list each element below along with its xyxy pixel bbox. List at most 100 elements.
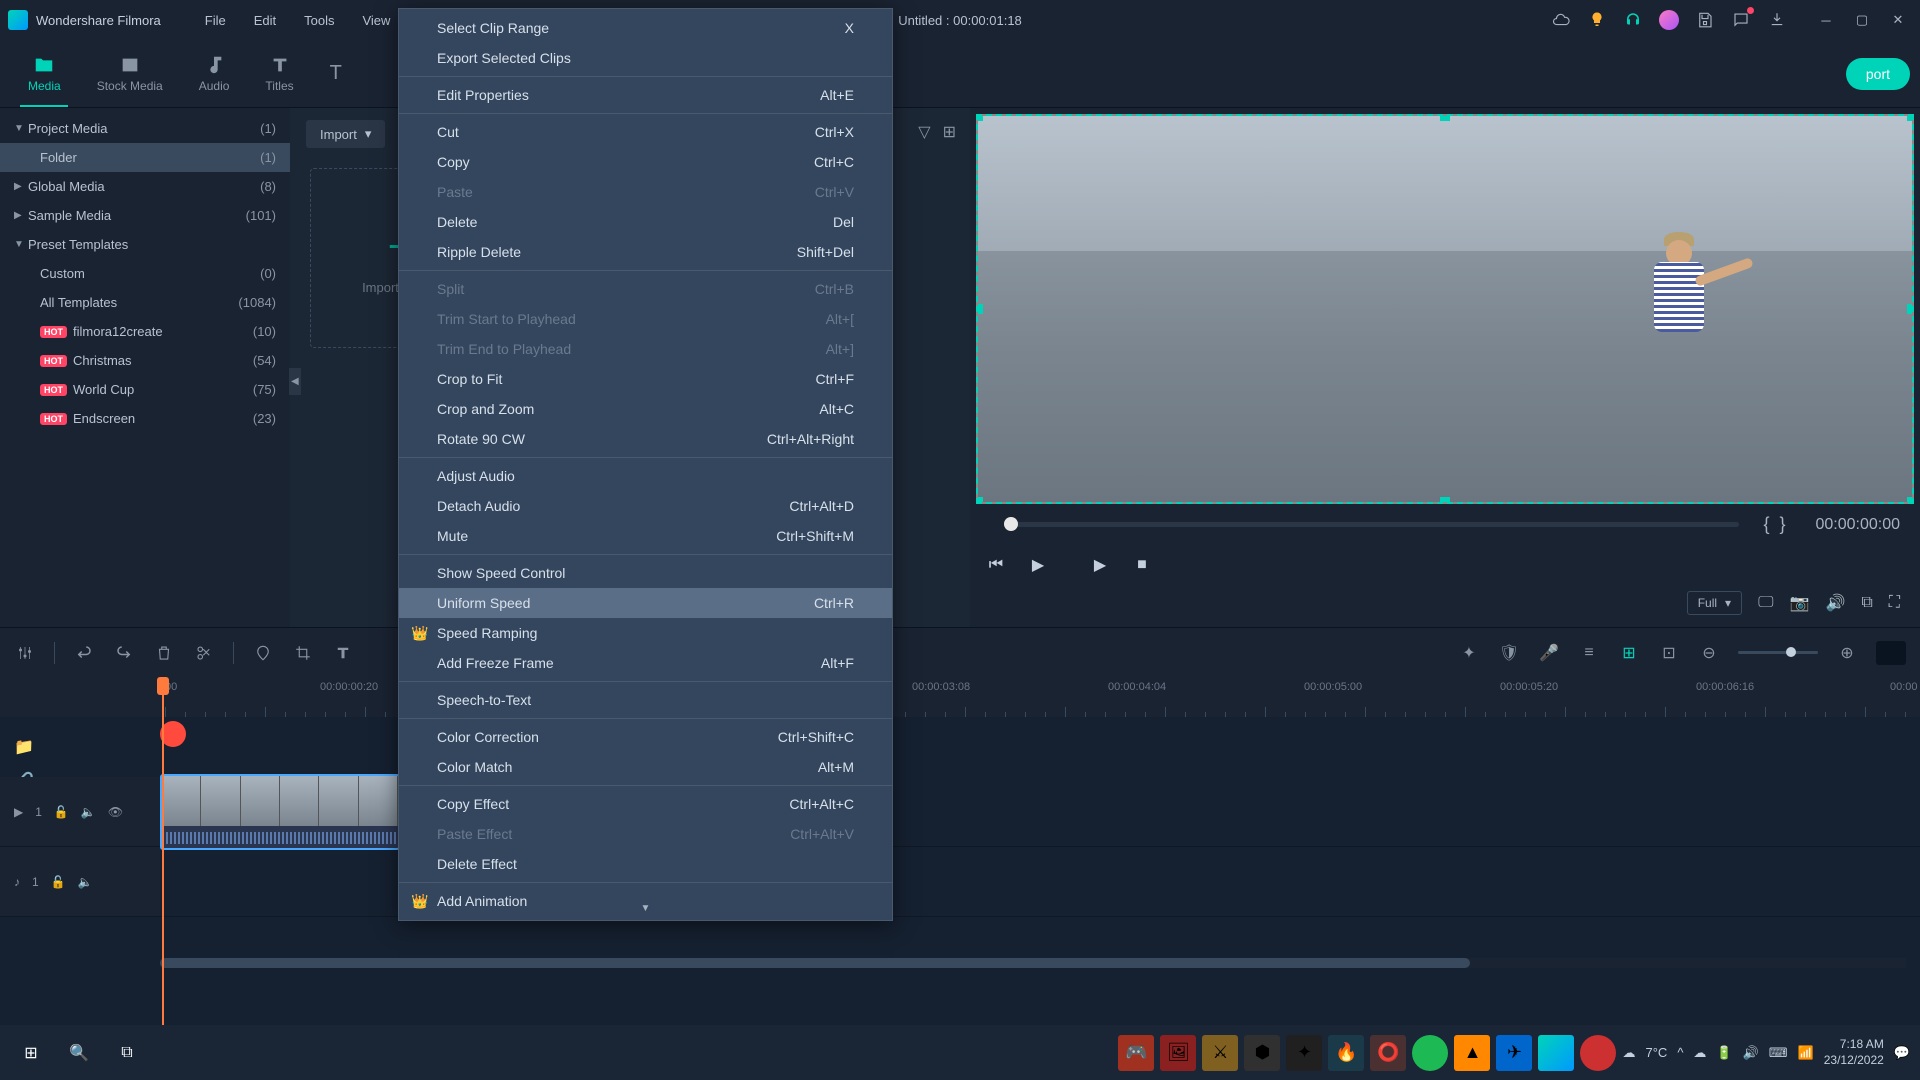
close-button[interactable]: ✕ — [1884, 6, 1912, 34]
preview-video[interactable] — [976, 114, 1914, 504]
import-dropdown[interactable]: Import▾ — [306, 120, 385, 148]
clock[interactable]: 7:18 AM 23/12/2022 — [1824, 1037, 1884, 1068]
ctx-crop-and-zoom[interactable]: Crop and ZoomAlt+C — [399, 394, 892, 424]
collapse-handle[interactable]: ◀ — [289, 368, 301, 395]
message-icon[interactable] — [1730, 9, 1752, 31]
text-icon[interactable] — [332, 642, 354, 664]
onedrive-icon[interactable]: ☁ — [1693, 1045, 1706, 1061]
marker-icon[interactable] — [252, 642, 274, 664]
playhead[interactable] — [162, 677, 164, 1025]
export-button[interactable]: port — [1846, 58, 1910, 90]
sidebar-item-10[interactable]: HOTEndscreen(23) — [0, 404, 290, 433]
volume-tray-icon[interactable]: 🔊 — [1743, 1045, 1759, 1061]
ctx-show-speed-control[interactable]: Show Speed Control — [399, 558, 892, 588]
pip-icon[interactable]: ⧉ — [1861, 594, 1872, 612]
task-view-button[interactable]: ⧉ — [106, 1032, 148, 1074]
ctx-select-clip-range[interactable]: Select Clip RangeX — [399, 13, 892, 43]
timeline-scrollbar[interactable] — [160, 958, 1906, 968]
shield-icon[interactable]: 🛡 — [1498, 642, 1520, 664]
filmora-taskbar-icon[interactable] — [1538, 1035, 1574, 1071]
brace-open[interactable]: { — [1763, 514, 1769, 535]
tab-transitions[interactable]: T — [312, 40, 360, 107]
ctx-export-selected-clips[interactable]: Export Selected Clips — [399, 43, 892, 73]
undo-icon[interactable] — [73, 642, 95, 664]
sidebar-item-6[interactable]: All Templates(1084) — [0, 288, 290, 317]
track-manage-icon[interactable] — [1876, 641, 1906, 665]
zoom-slider[interactable] — [1738, 651, 1818, 654]
sidebar-item-0[interactable]: ▼Project Media(1) — [0, 114, 290, 143]
app-3[interactable]: ⚔ — [1202, 1035, 1238, 1071]
tab-media[interactable]: Media — [10, 40, 79, 107]
lightbulb-icon[interactable] — [1586, 9, 1608, 31]
stop-button[interactable]: ■ — [1130, 553, 1154, 577]
download-icon[interactable] — [1766, 9, 1788, 31]
ctx-adjust-audio[interactable]: Adjust Audio — [399, 461, 892, 491]
timeline-folder-icon[interactable]: 📁 — [14, 737, 34, 757]
tab-titles[interactable]: Titles — [247, 40, 311, 107]
language-icon[interactable]: ⌨ — [1769, 1045, 1788, 1061]
effects-icon[interactable]: ✦ — [1458, 642, 1480, 664]
ctx-ripple-delete[interactable]: Ripple DeleteShift+Del — [399, 237, 892, 267]
vlc-icon[interactable]: ▲ — [1454, 1035, 1490, 1071]
crop-icon[interactable] — [292, 642, 314, 664]
brace-close[interactable]: } — [1779, 514, 1785, 535]
mic-icon[interactable]: 🎤 — [1538, 642, 1560, 664]
menu-file[interactable]: File — [191, 7, 240, 34]
app-5[interactable]: ✦ — [1286, 1035, 1322, 1071]
tab-stock-media[interactable]: Stock Media — [79, 40, 181, 107]
wifi-icon[interactable]: 📶 — [1798, 1045, 1814, 1061]
quality-dropdown[interactable]: Full▾ — [1687, 591, 1742, 615]
weather-icon[interactable]: ☁ — [1622, 1045, 1635, 1061]
sidebar-item-9[interactable]: HOTWorld Cup(75) — [0, 375, 290, 404]
maximize-button[interactable]: ▢ — [1848, 6, 1876, 34]
lock-icon[interactable]: 🔓 — [51, 875, 66, 889]
zoom-in-icon[interactable]: ⊕ — [1836, 642, 1858, 664]
ctx-color-match[interactable]: Color MatchAlt+M — [399, 752, 892, 782]
ctx-crop-to-fit[interactable]: Crop to FitCtrl+F — [399, 364, 892, 394]
avatar-icon[interactable] — [1658, 9, 1680, 31]
sidebar-item-2[interactable]: ▶Global Media(8) — [0, 172, 290, 201]
play-button[interactable]: ▶ — [1026, 553, 1050, 577]
delete-icon[interactable] — [153, 642, 175, 664]
tab-audio[interactable]: Audio — [181, 40, 248, 107]
ctx-detach-audio[interactable]: Detach AudioCtrl+Alt+D — [399, 491, 892, 521]
menu-view[interactable]: View — [348, 7, 404, 34]
start-button[interactable]: ⊞ — [10, 1032, 52, 1074]
app-4[interactable]: ⬢ — [1244, 1035, 1280, 1071]
sidebar-item-1[interactable]: Folder(1) — [0, 143, 290, 172]
tray-chevron[interactable]: ^ — [1677, 1045, 1683, 1060]
grid-view-icon[interactable]: ⊞ — [943, 122, 956, 142]
display-icon[interactable]: 🖵 — [1758, 594, 1773, 612]
ctx-cut[interactable]: CutCtrl+X — [399, 117, 892, 147]
ctx-mute[interactable]: MuteCtrl+Shift+M — [399, 521, 892, 551]
cloud-icon[interactable] — [1550, 9, 1572, 31]
spotify-icon[interactable] — [1412, 1035, 1448, 1071]
ctx-rotate-90-cw[interactable]: Rotate 90 CWCtrl+Alt+Right — [399, 424, 892, 454]
ctx-speed-ramping[interactable]: 👑Speed Ramping — [399, 618, 892, 648]
notifications-icon[interactable]: 💬 — [1894, 1045, 1910, 1061]
ctx-color-correction[interactable]: Color CorrectionCtrl+Shift+C — [399, 722, 892, 752]
app-10[interactable]: ✈ — [1496, 1035, 1532, 1071]
app-1[interactable]: 🎮 — [1118, 1035, 1154, 1071]
menu-tools[interactable]: Tools — [290, 7, 348, 34]
ctx-delete[interactable]: DeleteDel — [399, 207, 892, 237]
preview-scrubber[interactable] — [1004, 522, 1739, 527]
fullscreen-icon[interactable]: ⛶ — [1889, 594, 1900, 612]
headphones-icon[interactable] — [1622, 9, 1644, 31]
redo-icon[interactable] — [113, 642, 135, 664]
battery-icon[interactable]: 🔋 — [1716, 1045, 1732, 1061]
search-button[interactable]: 🔍 — [58, 1032, 100, 1074]
sidebar-item-4[interactable]: ▼Preset Templates — [0, 230, 290, 259]
app-2[interactable]: 🖼 — [1160, 1035, 1196, 1071]
adjust-icon[interactable] — [14, 642, 36, 664]
menu-more-arrow[interactable]: ▼ — [641, 903, 651, 914]
zoom-out-icon[interactable]: ⊖ — [1698, 642, 1720, 664]
fit-icon[interactable]: ⊡ — [1658, 642, 1680, 664]
prev-frame-button[interactable]: ⏮ — [984, 553, 1008, 577]
sidebar-item-7[interactable]: HOTfilmora12create(10) — [0, 317, 290, 346]
mixer-icon[interactable]: ≡ — [1578, 642, 1600, 664]
render-icon[interactable]: ⊞ — [1618, 642, 1640, 664]
ctx-edit-properties[interactable]: Edit PropertiesAlt+E — [399, 80, 892, 110]
video-clip[interactable] — [160, 774, 400, 850]
filter-icon[interactable]: ▽ — [918, 122, 930, 142]
